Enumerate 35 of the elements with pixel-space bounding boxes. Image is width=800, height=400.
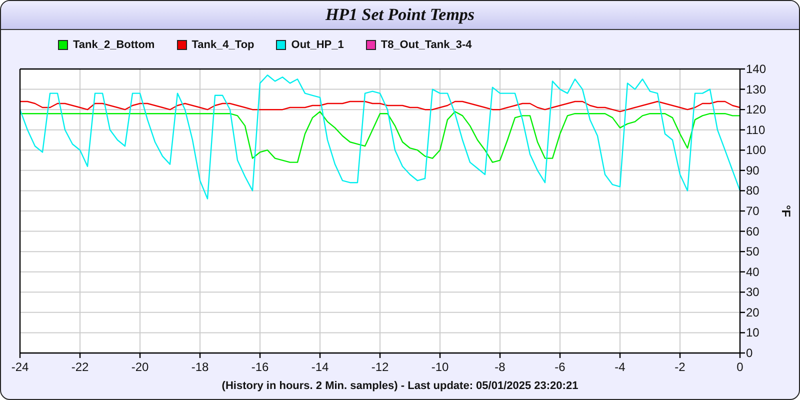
x-tick-label: -16: [251, 360, 269, 374]
x-tick-label: -2: [674, 360, 686, 374]
y-tick-label: 0: [746, 346, 753, 360]
y-axis-title: °F: [779, 204, 793, 218]
x-tick-label: -10: [431, 360, 449, 374]
x-tick-label: -24: [11, 360, 29, 374]
x-tick-label: -12: [371, 360, 389, 374]
y-tick-label: 90: [746, 163, 760, 178]
legend-label: Out_HP_1: [291, 38, 344, 50]
y-tick-label: 40: [746, 264, 760, 279]
x-tick-label: 0: [736, 360, 744, 374]
legend-label: Tank_2_Bottom: [73, 38, 155, 50]
y-tick-label: 10: [746, 326, 760, 340]
y-tick-label: 140: [746, 62, 766, 76]
chart-title: HP1 Set Point Temps: [325, 5, 475, 25]
y-tick-label: 110: [746, 122, 766, 137]
y-tick-label: 130: [746, 82, 766, 96]
y-tick-label: 100: [746, 143, 766, 158]
y-tick-label: 120: [746, 102, 766, 117]
x-tick-label: -4: [614, 360, 626, 374]
y-tick-label: 60: [746, 224, 760, 238]
x-tick-label: -18: [191, 360, 209, 374]
x-axis-title: (History in hours. 2 Min. samples) - Last update: 05/01/2025 23:20:21: [222, 380, 578, 392]
y-tick-label: 70: [746, 204, 760, 218]
y-tick-label: 80: [746, 184, 760, 198]
x-tick-label: -14: [311, 360, 329, 374]
y-tick-label: 30: [746, 285, 760, 300]
x-tick-label: -8: [494, 360, 506, 374]
legend-label: T8_Out_Tank_3-4: [380, 38, 472, 50]
x-tick-label: -20: [131, 360, 149, 374]
legend-label: Tank_4_Top: [192, 38, 254, 50]
y-tick-label: 20: [746, 305, 760, 320]
y-tick-label: 50: [746, 244, 760, 259]
x-tick-label: -22: [71, 360, 89, 374]
x-tick-label: -6: [554, 360, 566, 374]
